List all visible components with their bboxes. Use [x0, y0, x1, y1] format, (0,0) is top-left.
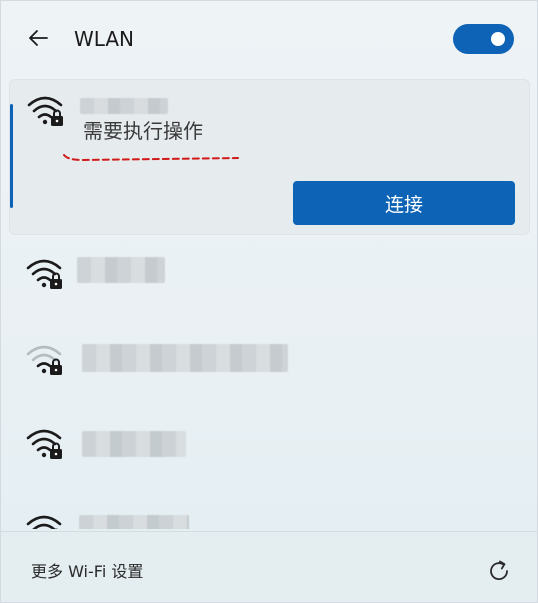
network-item[interactable] [9, 247, 530, 327]
wifi-secured-icon [26, 515, 62, 529]
network-list: 需要执行操作 连接 [1, 77, 537, 529]
wifi-secured-icon [27, 96, 63, 126]
toggle-knob [491, 32, 505, 46]
page-title: WLAN [74, 27, 135, 51]
wifi-secured-icon [26, 259, 62, 289]
network-item[interactable] [9, 503, 530, 529]
wlan-toggle[interactable] [453, 24, 514, 54]
back-arrow-icon[interactable] [25, 25, 51, 51]
network-status: 需要执行操作 [83, 119, 203, 143]
network-item[interactable] [9, 417, 530, 497]
network-name-redacted [77, 257, 165, 283]
network-name-redacted [82, 344, 288, 372]
footer: 更多 Wi-Fi 设置 [1, 531, 537, 602]
network-name-redacted [79, 515, 189, 529]
more-wifi-settings-link[interactable]: 更多 Wi-Fi 设置 [31, 560, 143, 584]
network-name-redacted [82, 431, 186, 457]
network-item[interactable] [9, 331, 530, 411]
refresh-icon[interactable] [486, 558, 512, 584]
connect-button[interactable]: 连接 [293, 181, 515, 225]
red-underline-annotation [63, 154, 239, 162]
network-name-redacted [80, 98, 168, 114]
selection-indicator [10, 104, 13, 208]
wifi-secured-icon [26, 429, 62, 459]
network-item-selected[interactable]: 需要执行操作 连接 [9, 79, 530, 235]
wlan-flyout: WLAN 需要执行操作 连接 更多 Wi-Fi 设置 [0, 0, 538, 603]
wifi-weak-secured-icon [26, 345, 62, 375]
